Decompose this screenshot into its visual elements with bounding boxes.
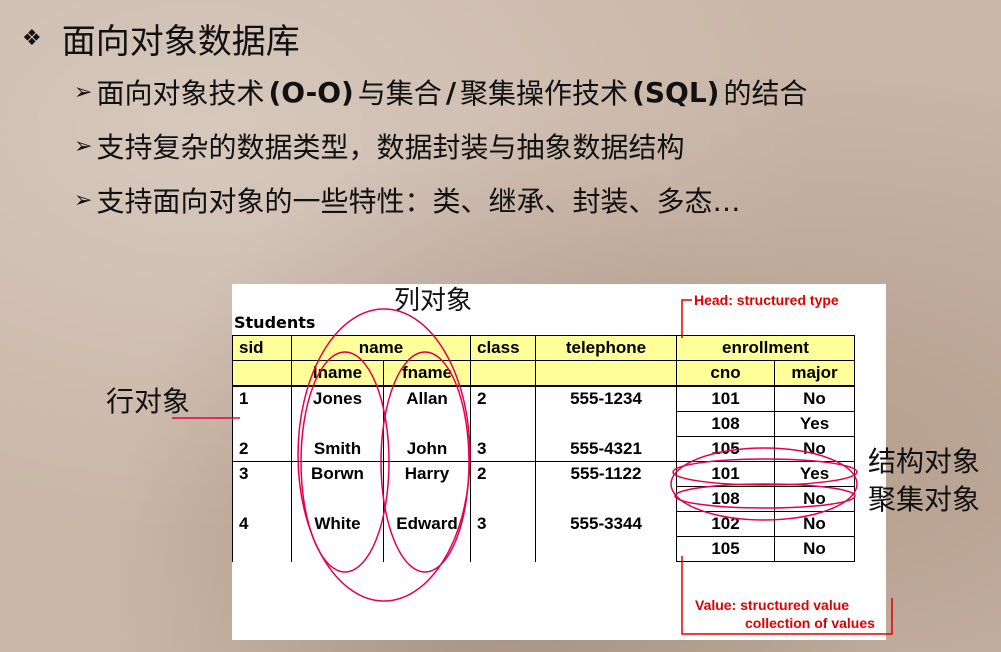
cell-telephone: 555-1234	[535, 386, 677, 437]
cell-fname: John	[383, 436, 471, 462]
bullet-1-part-5: 聚集操作技术	[460, 77, 629, 110]
cell-major: No	[774, 536, 855, 562]
arrow-bullet-icon: ➢	[74, 133, 93, 159]
cell-major: No	[774, 436, 855, 462]
header-cno: cno	[676, 360, 775, 387]
bullet-1-part-4: /	[445, 75, 457, 109]
cell-lname: Jones	[291, 386, 384, 437]
bullet-3-text: 支持面向对象的一些特性：类、继承、封装、多态…	[96, 185, 741, 218]
cell-sid: 3	[232, 461, 292, 512]
bullet-complex-types: ➢ 支持复杂的数据类型，数据封装与抽象数据结构	[74, 126, 684, 166]
cell-fname: Allan	[383, 386, 471, 437]
cell-major: No	[774, 386, 855, 412]
cell-sid: 4	[232, 511, 292, 562]
cell-cno: 108	[676, 411, 775, 437]
header-lname: lname	[291, 360, 384, 387]
bullet-1-part-7: 的结合	[723, 77, 808, 110]
bullet-oo-features: ➢ 支持面向对象的一些特性：类、继承、封装、多态…	[74, 180, 740, 220]
cell-class: 2	[470, 461, 536, 512]
column-object-label: 列对象	[394, 286, 473, 316]
header-fname: fname	[383, 360, 471, 387]
cell-lname: Borwn	[291, 461, 384, 512]
header-class: class	[470, 335, 536, 361]
cell-lname: White	[291, 511, 384, 562]
table-row: 2 Smith John 3 555-4321 105 No	[232, 436, 855, 462]
bullet-2-text: 支持复杂的数据类型，数据封装与抽象数据结构	[96, 131, 685, 164]
cell-class: 2	[470, 386, 536, 437]
cell-sid: 1	[232, 386, 292, 437]
bullet-1-part-3: 与集合	[357, 77, 442, 110]
bullet-oo-sql: ➢ 面向对象技术 (O-O) 与集合 / 聚集操作技术 (SQL) 的结合	[74, 72, 807, 112]
header-enrollment: enrollment	[676, 335, 855, 361]
collection-object-label: 聚集对象	[868, 483, 981, 516]
table-row: 4 White Edward 3 555-3344 102 No	[232, 511, 855, 562]
cell-cno: 108	[676, 486, 775, 512]
cell-cno: 105	[676, 436, 775, 462]
students-table: sid name class telephone enrollment lnam…	[232, 335, 855, 562]
bullet-1-part-6: (SQL)	[632, 75, 720, 109]
header-major: major	[774, 360, 855, 387]
arrow-bullet-icon: ➢	[74, 187, 93, 213]
cell-major: No	[774, 511, 855, 537]
value-note-line-2: collection of values	[745, 615, 875, 631]
table-row: 3 Borwn Harry 2 555-1122 101 Yes	[232, 461, 855, 512]
cell-cno: 101	[676, 461, 775, 487]
slide-title-text: 面向对象数据库	[61, 22, 300, 62]
diamond-bullet-icon: ❖	[22, 26, 42, 51]
cell-telephone: 555-4321	[535, 436, 677, 462]
cell-cno: 102	[676, 511, 775, 537]
value-note-line-1: Value: structured value	[695, 597, 850, 613]
bullet-1-part-2: (O-O)	[268, 75, 354, 109]
cell-cno: 101	[676, 386, 775, 412]
head-note: Head: structured type	[694, 292, 839, 308]
header-telephone: telephone	[535, 335, 677, 361]
slide-title: ❖ 面向对象数据库	[22, 14, 300, 63]
structure-object-label: 结构对象	[868, 445, 981, 478]
cell-cno: 105	[676, 536, 775, 562]
cell-fname: Harry	[383, 461, 471, 512]
table-header-row: sid name class telephone enrollment	[232, 335, 855, 361]
cell-telephone: 555-3344	[535, 511, 677, 562]
cell-major: Yes	[774, 411, 855, 437]
arrow-bullet-icon: ➢	[74, 79, 93, 105]
cell-telephone: 555-1122	[535, 461, 677, 512]
table-row: 1 Jones Allan 2 555-1234 101 No	[232, 386, 855, 437]
bullet-1-part-1: 面向对象技术	[96, 77, 265, 110]
table-caption: Students	[234, 313, 316, 332]
cell-lname: Smith	[291, 436, 384, 462]
header-name: name	[291, 335, 471, 361]
row-object-label: 行对象	[106, 385, 191, 418]
cell-major: No	[774, 486, 855, 512]
header-sid: sid	[232, 335, 292, 361]
table-subheader-row: lname fname cno major	[232, 360, 855, 387]
cell-class: 3	[470, 511, 536, 562]
cell-class: 3	[470, 436, 536, 462]
cell-fname: Edward	[383, 511, 471, 562]
cell-major: Yes	[774, 461, 855, 487]
table-panel: Students sid name class telephone enroll…	[232, 284, 886, 640]
cell-sid: 2	[232, 436, 292, 462]
